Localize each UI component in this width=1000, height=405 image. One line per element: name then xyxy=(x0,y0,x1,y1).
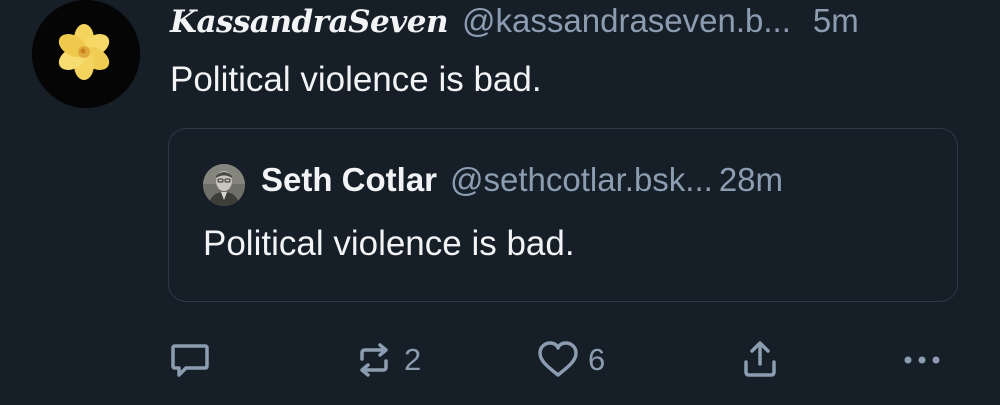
heart-icon xyxy=(538,341,578,377)
quoted-post-card[interactable]: Seth Cotlar @sethcotlar.bsk... 28m Polit… xyxy=(168,128,958,302)
repost-arrows-icon xyxy=(360,343,388,377)
post-actions-bar: 2 6 xyxy=(0,330,1000,386)
speech-bubble-icon xyxy=(171,344,209,377)
repost-button[interactable]: 2 xyxy=(352,338,421,382)
person-photo-icon xyxy=(203,164,245,206)
quoted-author-avatar[interactable] xyxy=(203,164,245,206)
repost-count: 2 xyxy=(404,342,422,377)
share-icon xyxy=(744,341,776,377)
quoted-post-header: Seth Cotlar @sethcotlar.bsk... 28m xyxy=(261,161,783,199)
like-count: 6 xyxy=(588,342,606,377)
like-button[interactable]: 6 xyxy=(536,338,605,382)
author-handle[interactable]: @kassandraseven.b... xyxy=(462,2,791,40)
ellipsis-icon xyxy=(904,356,940,364)
post-text: Political violence is bad. xyxy=(170,60,542,99)
share-button[interactable] xyxy=(738,338,782,382)
reply-button[interactable] xyxy=(168,338,212,382)
quoted-post-timestamp[interactable]: 28m xyxy=(719,161,783,199)
yellow-flower-icon xyxy=(32,0,140,108)
quoted-post-text: Political violence is bad. xyxy=(203,224,575,263)
quoted-author-display-name[interactable]: Seth Cotlar xyxy=(261,161,437,199)
quoted-author-handle[interactable]: @sethcotlar.bsk... xyxy=(450,161,713,199)
more-options-button[interactable] xyxy=(900,338,944,382)
post-header: KassandraSeven @kassandraseven.b... 5m xyxy=(170,2,970,46)
post-timestamp[interactable]: 5m xyxy=(813,2,859,40)
author-display-name[interactable]: KassandraSeven xyxy=(170,4,449,40)
author-avatar[interactable] xyxy=(32,0,140,108)
